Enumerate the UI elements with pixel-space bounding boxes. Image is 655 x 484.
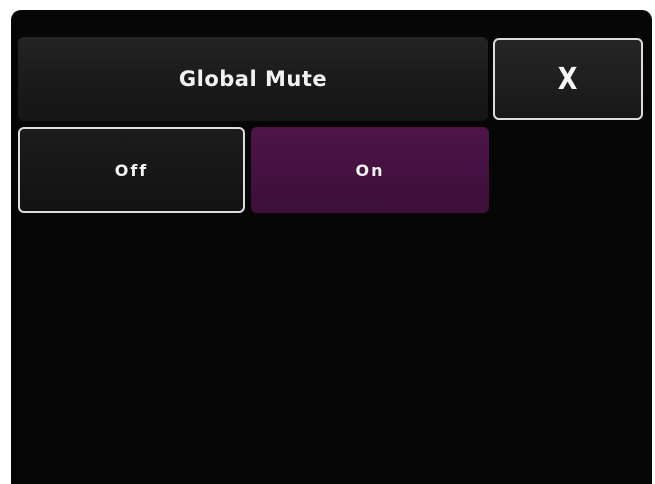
global-mute-panel: Global Mute X Off On (11, 10, 652, 484)
panel-title-text: Global Mute (178, 67, 328, 91)
mute-off-button[interactable]: Off (18, 127, 245, 213)
mute-off-label: Off (114, 160, 149, 180)
close-button[interactable]: X (493, 38, 643, 120)
panel-title: Global Mute (18, 37, 488, 121)
close-icon: X (558, 61, 578, 97)
mute-on-label: On (355, 160, 385, 180)
mute-on-button[interactable]: On (251, 127, 489, 213)
